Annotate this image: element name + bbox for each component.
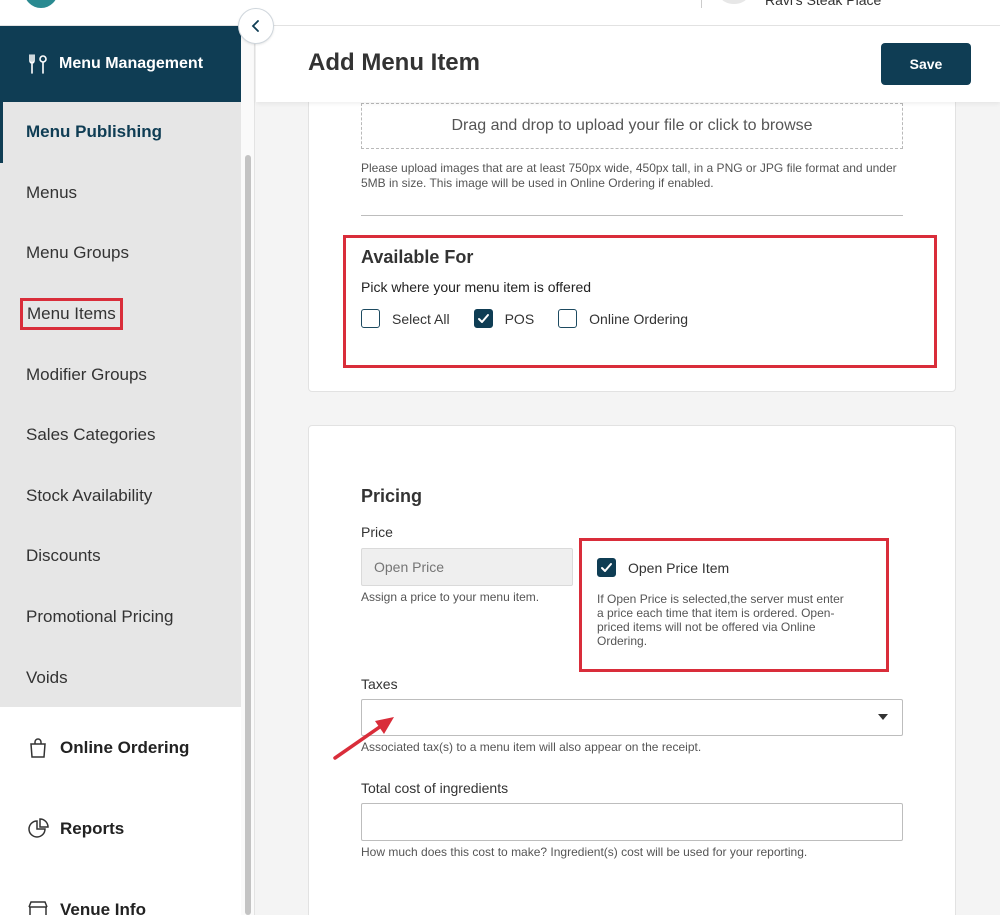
top-bar: Ravi's Steak Place — [0, 0, 1000, 26]
pie-chart-icon — [28, 817, 49, 838]
sidebar-item-label: Menu Items — [20, 298, 123, 331]
cost-input[interactable] — [361, 803, 903, 841]
sidebar-item-modifier-groups[interactable]: Modifier Groups — [0, 344, 241, 405]
sidebar-item-label: Menus — [26, 182, 78, 202]
sidebar-item-label: Modifier Groups — [26, 364, 147, 384]
sidebar-scrollbar-thumb[interactable] — [245, 155, 251, 915]
nav-label: Online Ordering — [60, 737, 190, 757]
price-input[interactable] — [361, 548, 573, 586]
page-title: Add Menu Item — [308, 49, 480, 76]
price-help-text: Assign a price to your menu item. — [361, 590, 540, 604]
save-button[interactable]: Save — [881, 43, 971, 85]
sidebar-item-label: Menu Groups — [26, 243, 129, 263]
taxes-help-text: Associated tax(s) to a menu item will al… — [361, 740, 702, 754]
taxes-select[interactable] — [361, 699, 903, 736]
sidebar-item-menu-publishing[interactable]: Menu Publishing — [0, 102, 241, 163]
pricing-card: Pricing Price Assign a price to your men… — [308, 425, 956, 915]
venue-avatar[interactable] — [720, 0, 748, 4]
checkbox-label: Open Price Item — [628, 559, 730, 576]
top-divider — [701, 0, 702, 8]
sidebar-item-menus[interactable]: Menus — [0, 163, 241, 224]
sidebar-item-label: Stock Availability — [26, 485, 153, 505]
cost-help-text: How much does this cost to make? Ingredi… — [361, 845, 808, 859]
nav-label: Venue Info — [60, 899, 146, 915]
caret-down-icon — [878, 714, 888, 720]
checkbox-label: Select All — [392, 310, 450, 327]
submenu: Menu Publishing Menus Menu Groups Menu I… — [0, 102, 241, 707]
image-dropzone[interactable]: Drag and drop to upload your file or cli… — [361, 103, 903, 149]
storefront-icon — [28, 900, 48, 915]
fork-knife-icon — [29, 54, 47, 74]
chevron-left-icon — [251, 20, 259, 32]
sidebar: Menu Management Menu Publishing Menus Me… — [0, 26, 241, 915]
image-availability-card: Drag and drop to upload your file or cli… — [308, 102, 956, 392]
page-header: Add Menu Item Save — [256, 26, 1000, 102]
main-content: Drag and drop to upload your file or cli… — [256, 102, 1000, 915]
available-for-options: Select All POS Online Ordering — [361, 309, 712, 328]
shopping-bag-icon — [30, 737, 46, 758]
sidebar-item-menu-groups[interactable]: Menu Groups — [0, 223, 241, 284]
available-for-subtitle: Pick where your menu item is offered — [361, 279, 592, 295]
checkbox-box[interactable] — [361, 309, 380, 328]
nav-label: Reports — [60, 818, 125, 838]
sidebar-item-sales-categories[interactable]: Sales Categories — [0, 405, 241, 466]
venue-name[interactable]: Ravi's Steak Place — [765, 0, 881, 8]
nav-reports[interactable]: Reports — [0, 788, 241, 869]
nav-venue-info[interactable]: Venue Info — [0, 869, 241, 915]
open-price-description: If Open Price is selected,the server mus… — [597, 592, 844, 648]
select-all-checkbox[interactable]: Select All — [361, 309, 450, 328]
sidebar-item-stock-availability[interactable]: Stock Availability — [0, 466, 241, 527]
pricing-title: Pricing — [361, 486, 423, 506]
section-divider — [361, 215, 903, 216]
pos-checkbox[interactable]: POS — [473, 309, 535, 328]
checkbox-box[interactable] — [558, 309, 578, 328]
checkbox-box[interactable] — [473, 309, 493, 328]
checkbox-box[interactable] — [597, 558, 616, 577]
sidebar-item-label: Menu Publishing — [26, 122, 162, 142]
collapse-sidebar-button[interactable] — [238, 8, 274, 44]
sidebar-item-menu-items[interactable]: Menu Items — [0, 284, 241, 345]
price-label: Price — [361, 524, 393, 540]
sidebar-item-label: Promotional Pricing — [26, 607, 174, 627]
upload-help-text: Please upload images that are at least 7… — [361, 161, 897, 190]
sidebar-item-label: Sales Categories — [26, 425, 156, 445]
checkmark-icon — [477, 314, 489, 323]
checkmark-icon — [601, 563, 612, 572]
cost-label: Total cost of ingredients — [361, 780, 509, 796]
online-ordering-checkbox[interactable]: Online Ordering — [558, 309, 688, 328]
logo[interactable] — [24, 0, 58, 8]
sidebar-header-menu-management[interactable]: Menu Management — [0, 26, 241, 102]
sidebar-item-promotional-pricing[interactable]: Promotional Pricing — [0, 587, 241, 648]
open-price-checkbox[interactable]: Open Price Item — [597, 558, 729, 577]
nav-online-ordering[interactable]: Online Ordering — [0, 707, 241, 788]
sidebar-item-voids[interactable]: Voids — [0, 647, 241, 708]
checkbox-label: POS — [504, 310, 535, 327]
checkbox-label: Online Ordering — [589, 310, 688, 327]
taxes-label: Taxes — [361, 676, 398, 692]
available-for-title: Available For — [361, 247, 474, 267]
sidebar-item-label: Voids — [26, 667, 68, 687]
sidebar-item-discounts[interactable]: Discounts — [0, 526, 241, 587]
sidebar-header-label: Menu Management — [59, 55, 204, 72]
annotation-arrow-icon — [333, 717, 394, 760]
sidebar-item-label: Discounts — [26, 546, 101, 566]
